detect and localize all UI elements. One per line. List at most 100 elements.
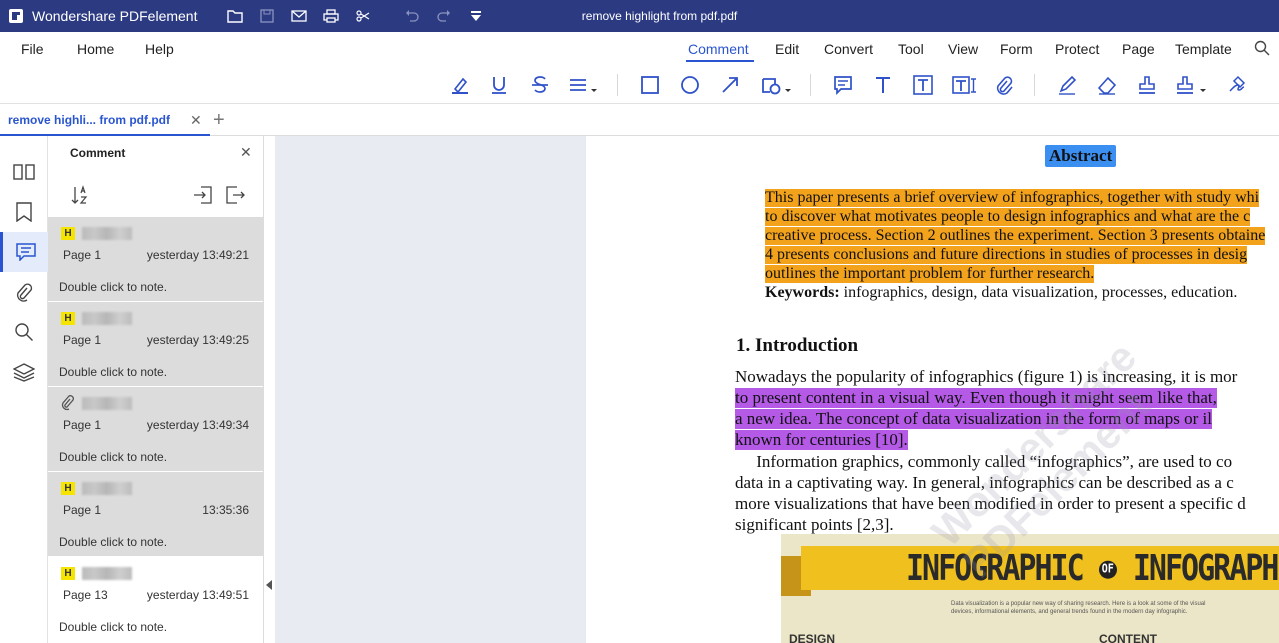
strikethrough-tool-icon[interactable] <box>529 74 551 96</box>
infographic-design-label: DESIGN <box>789 632 836 643</box>
rectangle-tool-icon[interactable] <box>639 74 661 96</box>
body-line: significant points [2,3]. <box>735 515 894 534</box>
title-bar: Wondershare PDFelement remove highlight … <box>0 0 1279 32</box>
keywords-line: Keywords: infographics, design, data vis… <box>765 284 1237 302</box>
comment-panel-icon[interactable] <box>0 232 48 272</box>
menu-protect[interactable]: Protect <box>1055 41 1099 57</box>
abstract-heading-highlighted[interactable]: Abstract <box>1045 145 1117 167</box>
body-line-highlighted[interactable]: known for centuries [10]. <box>735 430 908 450</box>
infographic-image: INFOGRAPHIC OF INFOGRAPHICS Data visuali… <box>781 534 1279 643</box>
comment-card[interactable]: H Page 1 yesterday 13:49:25 Double click… <box>48 302 263 386</box>
toolbar-separator <box>617 74 618 96</box>
import-comments-icon[interactable] <box>192 184 214 206</box>
comment-time: yesterday 13:49:51 <box>146 588 249 602</box>
highlight-tool-icon[interactable] <box>449 74 471 96</box>
comment-note[interactable]: Double click to note. <box>59 365 167 379</box>
oval-tool-icon[interactable] <box>679 74 701 96</box>
search-panel-icon[interactable] <box>0 312 48 352</box>
callout-tool-icon[interactable] <box>951 74 977 96</box>
comment-page: Page 13 <box>63 588 108 602</box>
collapse-panel-arrow-icon[interactable] <box>266 580 272 590</box>
panel-title: Comment <box>70 146 126 160</box>
attachment-tool-icon[interactable] <box>992 74 1014 96</box>
arrow-tool-icon[interactable] <box>719 74 741 96</box>
menu-comment[interactable]: Comment <box>688 41 749 57</box>
line-style-dropdown-icon[interactable] <box>568 74 600 96</box>
search-icon[interactable] <box>1254 40 1270 56</box>
author-name-blurred <box>82 312 132 325</box>
toolbar-separator <box>1034 74 1035 96</box>
underline-tool-icon[interactable] <box>488 74 510 96</box>
document-tab-label: remove highli... from pdf.pdf <box>8 113 170 127</box>
author-name-blurred <box>82 227 132 240</box>
keywords-text: infographics, design, data visualization… <box>839 284 1238 301</box>
note-tool-icon[interactable] <box>832 74 854 96</box>
document-title: remove highlight from pdf.pdf <box>581 9 738 23</box>
shape-dropdown-icon[interactable] <box>760 74 792 96</box>
abstract-line-highlighted[interactable]: This paper presents a brief overview of … <box>765 189 1260 207</box>
author-name-blurred <box>82 482 132 495</box>
highlight-badge-icon: H <box>61 482 75 495</box>
menu-template[interactable]: Template <box>1175 41 1232 57</box>
comment-note[interactable]: Double click to note. <box>59 535 167 549</box>
signature-tool-icon[interactable] <box>1226 74 1248 96</box>
menu-page[interactable]: Page <box>1122 41 1155 57</box>
comment-page: Page 1 <box>63 333 102 347</box>
comment-note[interactable]: Double click to note. <box>59 620 167 634</box>
toolbar-separator <box>810 74 811 96</box>
left-icon-rail <box>0 136 48 643</box>
comment-card[interactable]: H Page 13 yesterday 13:49:51 Double clic… <box>48 557 263 641</box>
comment-panel: Comment ✕ H Page 1 yesterday 13:49:21 Do… <box>48 136 264 643</box>
comment-card[interactable]: H Page 1 yesterday 13:49:21 Double click… <box>48 217 263 301</box>
export-comments-icon[interactable] <box>224 184 246 206</box>
abstract-line-highlighted[interactable]: to discover what motivates people to des… <box>765 208 1251 226</box>
menu-bar: File Home Help Comment Edit Convert Tool… <box>0 32 1279 64</box>
document-viewport[interactable]: Abstract This paper presents a brief ove… <box>275 136 1279 643</box>
abstract-line-highlighted[interactable]: 4 presents conclusions and future direct… <box>765 246 1248 264</box>
stamp-tool-icon[interactable] <box>1136 74 1158 96</box>
comment-page: Page 1 <box>63 418 102 432</box>
comment-card[interactable]: Page 1 yesterday 13:49:34 Double click t… <box>48 387 263 471</box>
abstract-line-highlighted[interactable]: creative process. Section 2 outlines the… <box>765 227 1266 245</box>
comment-time: yesterday 13:49:34 <box>146 418 249 432</box>
comment-note[interactable]: Double click to note. <box>59 280 167 294</box>
bookmark-icon[interactable] <box>0 192 48 232</box>
sort-icon[interactable] <box>70 184 92 206</box>
active-menu-indicator <box>686 60 754 62</box>
layers-icon[interactable] <box>0 352 48 392</box>
menu-tool[interactable]: Tool <box>898 41 924 57</box>
attachment-panel-icon[interactable] <box>0 272 48 312</box>
pdf-page[interactable]: Abstract This paper presents a brief ove… <box>586 136 1279 643</box>
paperclip-icon <box>61 395 75 414</box>
close-panel-icon[interactable]: ✕ <box>240 144 252 161</box>
comment-card[interactable]: H Page 1 13:35:36 Double click to note. <box>48 472 263 556</box>
comment-time: yesterday 13:49:25 <box>146 333 249 347</box>
document-tab[interactable]: remove highli... from pdf.pdf ✕ <box>0 104 210 136</box>
comment-note[interactable]: Double click to note. <box>59 450 167 464</box>
menu-file[interactable]: File <box>21 41 44 57</box>
highlight-badge-icon: H <box>61 312 75 325</box>
author-name-blurred <box>82 397 132 410</box>
menu-form[interactable]: Form <box>1000 41 1033 57</box>
new-tab-icon[interactable]: + <box>213 109 225 132</box>
stamp-dropdown-icon[interactable] <box>1176 74 1208 96</box>
infographic-subtitle: Data visualization is a popular new way … <box>951 601 1206 615</box>
menu-help[interactable]: Help <box>145 41 174 57</box>
comment-page: Page 1 <box>63 248 102 262</box>
highlight-badge-icon: H <box>61 227 75 240</box>
textbox-tool-icon[interactable] <box>912 74 934 96</box>
comment-page: Page 1 <box>63 503 102 517</box>
menu-convert[interactable]: Convert <box>824 41 873 57</box>
highlight-badge-icon: H <box>61 567 75 580</box>
document-tab-strip: remove highli... from pdf.pdf ✕ + <box>0 104 1279 136</box>
typewriter-tool-icon[interactable] <box>872 74 894 96</box>
menu-home[interactable]: Home <box>77 41 114 57</box>
close-tab-icon[interactable]: ✕ <box>190 112 202 129</box>
menu-edit[interactable]: Edit <box>775 41 799 57</box>
eraser-tool-icon[interactable] <box>1096 74 1118 96</box>
thumbnails-icon[interactable] <box>0 152 48 192</box>
abstract-line-highlighted[interactable]: outlines the important problem for furth… <box>765 265 1095 283</box>
comment-time: 13:35:36 <box>202 503 249 517</box>
menu-view[interactable]: View <box>948 41 978 57</box>
pencil-tool-icon[interactable] <box>1056 74 1078 96</box>
